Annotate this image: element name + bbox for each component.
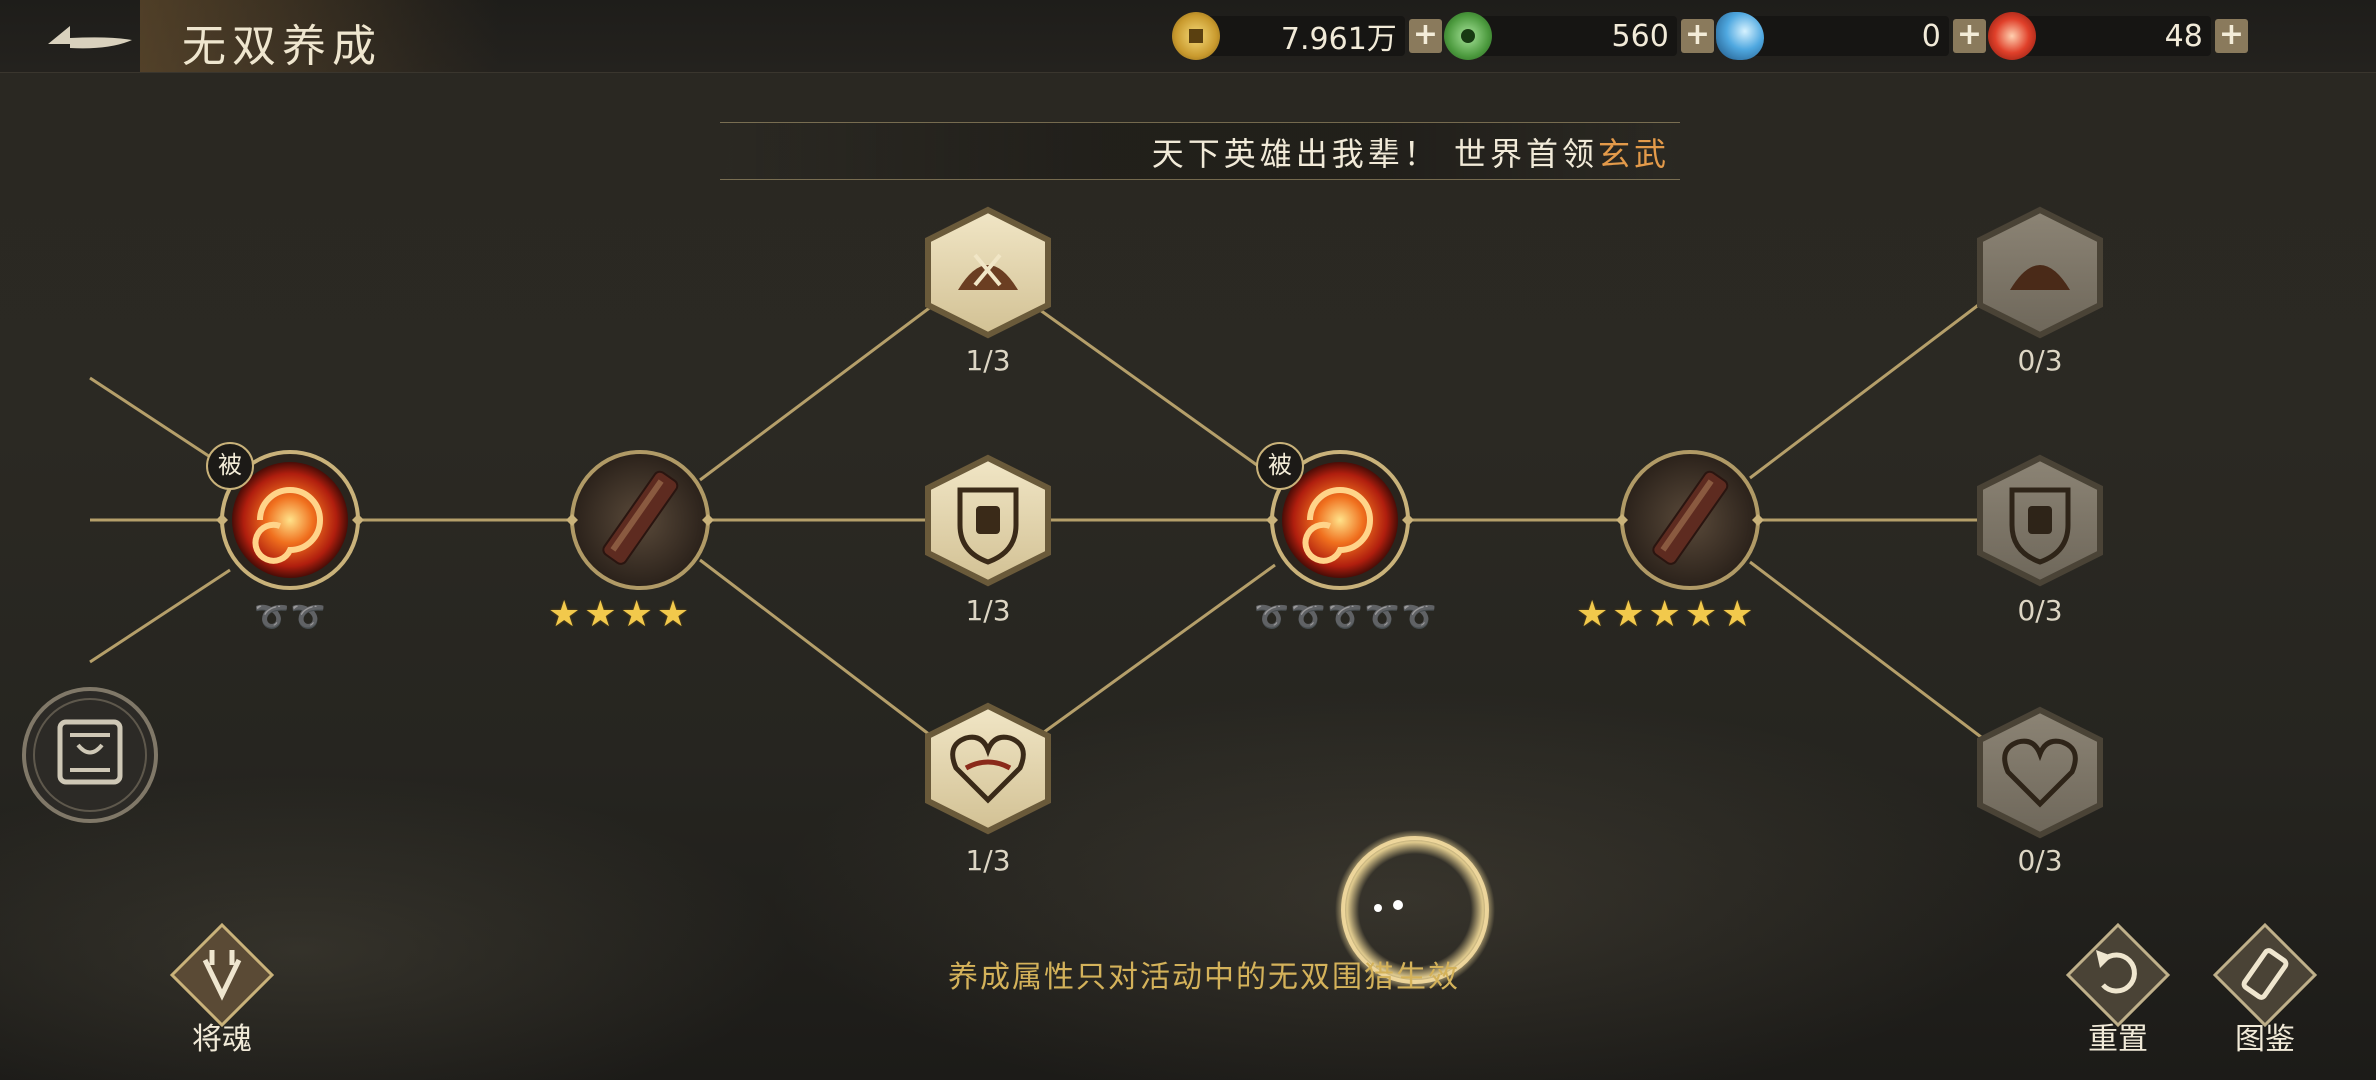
passive-badge: 被	[1256, 442, 1304, 490]
star-rating: ★★★★	[548, 594, 694, 635]
attack-upgrade-node[interactable]	[925, 206, 1051, 339]
upgrade-tree	[22, 206, 2318, 1028]
awakening-rings: ➰➰➰➰➰	[1254, 600, 1439, 633]
defense-progress: 1/3	[965, 594, 1011, 627]
codex-button-label: 图鉴	[2235, 1022, 2295, 1057]
attack-progress-locked: 0/3	[2017, 344, 2063, 377]
defense-progress-locked: 0/3	[2017, 594, 2063, 627]
cultivation-hint: 养成属性只对活动中的无双围猎生效	[948, 960, 1460, 995]
attack-upgrade-node-locked[interactable]	[1977, 206, 2103, 339]
weapon-node-1[interactable]	[566, 450, 714, 590]
defense-upgrade-node-locked[interactable]	[1977, 454, 2103, 587]
health-progress-locked: 0/3	[2017, 844, 2063, 877]
awakening-rings: ➰➰	[254, 600, 328, 633]
general-soul-button[interactable]	[169, 922, 275, 1028]
star-rating: ★★★★★	[1576, 594, 1758, 635]
weapon-node-2[interactable]	[1616, 450, 1764, 590]
soul-button-label: 将魂	[192, 1022, 252, 1057]
passive-badge: 被	[206, 442, 254, 490]
defense-upgrade-node[interactable]	[925, 454, 1051, 587]
attack-progress: 1/3	[965, 344, 1011, 377]
reset-button-label: 重置	[2088, 1022, 2148, 1057]
reset-button[interactable]	[2065, 922, 2171, 1028]
health-upgrade-node-locked[interactable]	[1977, 706, 2103, 839]
health-upgrade-node[interactable]	[925, 702, 1051, 835]
formation-emblem-button[interactable]	[22, 687, 158, 823]
health-progress: 1/3	[965, 844, 1011, 877]
codex-button[interactable]	[2212, 922, 2318, 1028]
